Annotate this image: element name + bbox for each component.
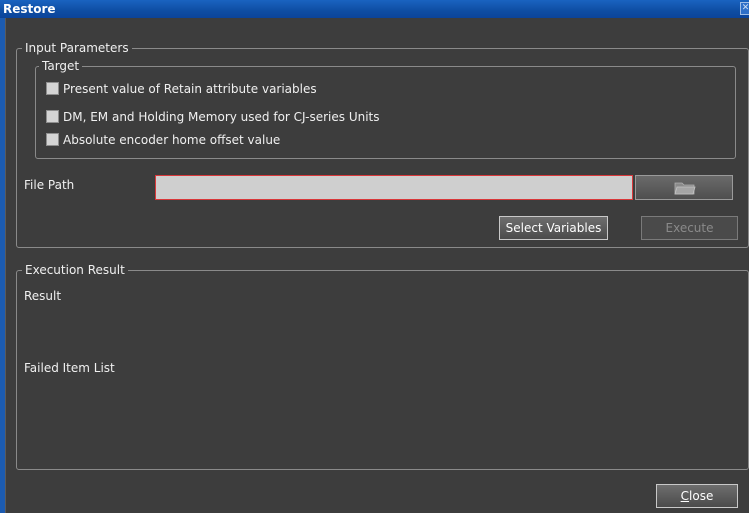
execute-button[interactable]: Execute xyxy=(641,216,738,240)
window-title: Restore xyxy=(3,2,56,16)
failed-item-list-label: Failed Item List xyxy=(24,361,115,375)
browse-button[interactable] xyxy=(635,175,733,200)
option-encoder-offset[interactable]: Absolute encoder home offset value xyxy=(46,132,280,148)
file-path-input[interactable] xyxy=(155,175,633,200)
input-parameters-legend: Input Parameters xyxy=(22,40,132,56)
option-dm-em-holding[interactable]: DM, EM and Holding Memory used for CJ-se… xyxy=(46,109,380,125)
window-left-edge-inner xyxy=(5,18,6,513)
folder-icon xyxy=(674,182,696,195)
target-legend: Target xyxy=(39,58,83,74)
checkbox-dm-em-holding[interactable] xyxy=(46,110,59,123)
option-retain-variables-label: Present value of Retain attribute variab… xyxy=(63,82,317,96)
option-encoder-offset-label: Absolute encoder home offset value xyxy=(63,133,281,147)
close-icon[interactable]: ✕ xyxy=(740,2,749,15)
checkbox-retain-variables[interactable] xyxy=(46,82,59,95)
checkbox-encoder-offset[interactable] xyxy=(46,133,59,146)
close-button-label: lose xyxy=(689,489,714,503)
close-button[interactable]: Close xyxy=(656,484,738,508)
option-retain-variables[interactable]: Present value of Retain attribute variab… xyxy=(46,81,317,97)
title-bar: Restore ✕ xyxy=(0,0,749,18)
file-path-label: File Path xyxy=(24,178,75,192)
restore-dialog: Restore ✕ Input Parameters Target Presen… xyxy=(0,0,749,513)
option-dm-em-holding-label: DM, EM and Holding Memory used for CJ-se… xyxy=(63,110,380,124)
execution-result-group: Execution Result xyxy=(16,262,749,470)
execution-result-legend: Execution Result xyxy=(22,262,128,278)
select-variables-button[interactable]: Select Variables xyxy=(499,216,608,240)
result-label: Result xyxy=(24,289,62,303)
close-button-mnemonic: C xyxy=(680,489,690,503)
